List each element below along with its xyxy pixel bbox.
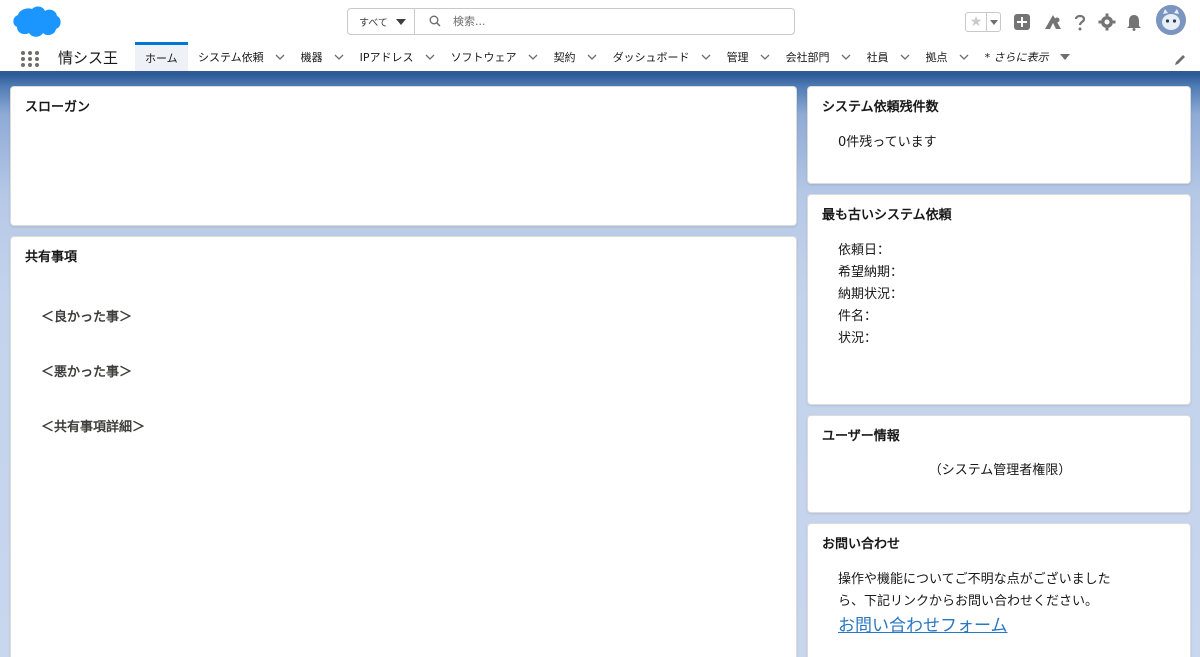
nav-tab-ip-address[interactable]: IPアドレス (350, 42, 441, 71)
nav-tab-departments[interactable]: 会社部門 (776, 42, 857, 71)
edit-pencil-icon[interactable] (1173, 52, 1187, 66)
card-title: 最も古いシステム依頼 (822, 208, 952, 223)
nav-tab-label: ホーム (145, 52, 178, 65)
card-title: ユーザー情報 (822, 429, 900, 444)
favorite-star-icon[interactable]: ★ (966, 13, 987, 31)
chevron-down-icon[interactable] (839, 52, 853, 62)
shared-details-heading: ＜共有事項詳細＞ (41, 420, 146, 435)
nav-tab-home[interactable]: ホーム (135, 42, 188, 71)
oldest-request-card: 最も古いシステム依頼 依頼日： 希望納期： 納期状況： 件名： 状況： (807, 194, 1191, 405)
nav-tabs: ホーム システム依頼 機器 IPアドレス ソフトウェア 契約 ダッシュボード 管… (135, 42, 1076, 71)
setup-gear-icon[interactable] (1097, 12, 1117, 32)
oldest-request-fields: 依頼日： 希望納期： 納期状況： 件名： 状況： (838, 240, 903, 350)
good-things-heading: ＜良かった事＞ (41, 310, 133, 325)
field-request-date: 依頼日： (838, 243, 891, 258)
notifications-bell-icon[interactable] (1124, 12, 1144, 32)
nav-tab-label: 拠点 (925, 50, 948, 64)
caret-down-icon (989, 19, 998, 25)
shared-items-card: 共有事項 ＜良かった事＞ ＜悪かった事＞ ＜共有事項詳細＞ (10, 236, 797, 657)
card-title: お問い合わせ (822, 537, 901, 552)
user-info-card: ユーザー情報 （システム管理者権限） (807, 415, 1191, 513)
app-name: 情シス王 (58, 49, 119, 67)
chevron-down-icon[interactable] (957, 52, 971, 62)
nav-tab-employees[interactable]: 社員 (857, 42, 916, 71)
field-desired-deadline: 希望納期： (838, 265, 904, 280)
nav-tab-label: 機器 (300, 50, 323, 64)
bad-things-heading: ＜悪かった事＞ (41, 365, 133, 380)
search-input[interactable] (453, 15, 753, 28)
remaining-count-text: 0件残っています (838, 135, 937, 150)
chevron-down-icon[interactable] (898, 52, 912, 62)
nav-tab-software[interactable]: ソフトウェア (441, 42, 544, 71)
nav-tab-devices[interactable]: 機器 (291, 42, 350, 71)
nav-tab-label: ソフトウェア (450, 50, 517, 64)
search-field[interactable] (415, 9, 794, 34)
nav-tab-label: システム依頼 (198, 50, 264, 64)
user-role-text: （システム管理者権限） (928, 463, 1072, 478)
favorites-dropdown-button[interactable] (987, 13, 1000, 31)
field-status: 状況： (838, 331, 878, 346)
contact-form-link[interactable]: お問い合わせフォーム (838, 616, 1008, 636)
chevron-down-icon[interactable] (526, 52, 540, 62)
contact-link-wrap: お問い合わせフォーム (838, 615, 1008, 639)
card-title: スローガン (25, 100, 91, 115)
card-title: システム依頼残件数 (822, 100, 939, 115)
chevron-down-icon[interactable] (423, 52, 437, 62)
contact-card: お問い合わせ 操作や機能についてご不明な点がございました ら、下記リンクからお問… (807, 523, 1191, 657)
caret-down-icon (1058, 52, 1072, 62)
global-create-icon[interactable] (1012, 12, 1032, 32)
nav-more-label: * さらに表示 (984, 50, 1049, 64)
remaining-requests-card: システム依頼残件数 0件残っています (807, 86, 1191, 184)
search-icon (429, 12, 441, 31)
chevron-down-icon[interactable] (273, 52, 287, 62)
user-avatar[interactable] (1156, 5, 1186, 35)
card-title: 共有事項 (25, 250, 78, 265)
caret-down-icon (396, 19, 406, 25)
slogan-card: スローガン (10, 86, 797, 226)
nav-tab-system-request[interactable]: システム依頼 (188, 42, 291, 71)
nav-tab-label: 会社部門 (785, 50, 830, 64)
contact-line-2: ら、下記リンクからお問い合わせください。 (838, 594, 1099, 609)
chevron-down-icon[interactable] (585, 52, 599, 62)
help-icon[interactable] (1070, 12, 1090, 32)
favorites-control: ★ (965, 12, 1001, 32)
nav-tab-label: 管理 (726, 50, 749, 64)
nav-tab-label: IPアドレス (359, 50, 414, 64)
nav-tab-label: ダッシュボード (612, 50, 690, 64)
salesforce-logo-icon[interactable] (12, 5, 62, 39)
nav-tab-admin[interactable]: 管理 (717, 42, 776, 71)
chevron-down-icon[interactable] (699, 52, 713, 62)
global-search: すべて (347, 8, 795, 35)
search-scope-dropdown[interactable]: すべて (348, 9, 415, 34)
trailhead-icon[interactable] (1043, 12, 1063, 32)
chevron-down-icon[interactable] (758, 52, 772, 62)
nav-more-menu[interactable]: * さらに表示 (975, 42, 1076, 71)
nav-tab-dashboard[interactable]: ダッシュボード (603, 42, 717, 71)
nav-tab-label: 契約 (553, 50, 576, 64)
nav-tab-label: 社員 (866, 50, 889, 64)
global-header: すべて ★ (0, 0, 1200, 42)
contact-line-1: 操作や機能についてご不明な点がございました (838, 572, 1111, 587)
contact-text: 操作や機能についてご不明な点がございました ら、下記リンクからお問い合わせくださ… (838, 569, 1111, 613)
chevron-down-icon[interactable] (332, 52, 346, 62)
app-navigation-bar: 情シス王 ホーム システム依頼 機器 IPアドレス ソフトウェア 契約 ダッシュ… (0, 42, 1200, 74)
field-subject: 件名： (838, 309, 878, 324)
app-launcher-grid-icon[interactable] (20, 50, 40, 68)
nav-tab-locations[interactable]: 拠点 (916, 42, 975, 71)
nav-tab-contracts[interactable]: 契約 (544, 42, 603, 71)
field-deadline-status: 納期状況： (838, 287, 904, 302)
search-scope-label: すべて (359, 18, 388, 29)
